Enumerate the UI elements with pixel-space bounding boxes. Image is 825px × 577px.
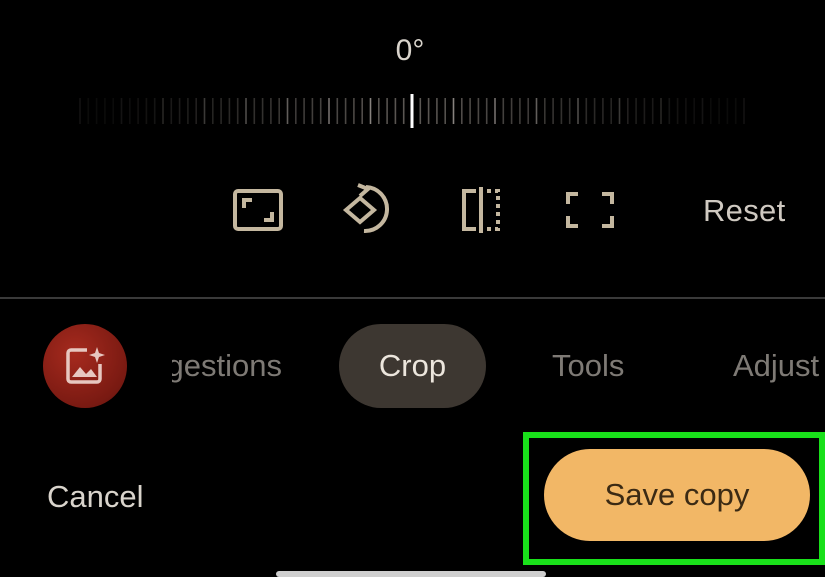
flip-icon — [462, 187, 500, 233]
save-copy-button[interactable]: Save copy — [544, 449, 810, 541]
rotate-icon — [342, 183, 389, 234]
ai-suggestions-button[interactable] — [43, 324, 127, 408]
cancel-button[interactable]: Cancel — [47, 479, 144, 515]
rotate-button[interactable] — [340, 182, 396, 238]
free-crop-icon — [566, 192, 614, 228]
tab-adjust[interactable]: Adjust — [733, 348, 819, 384]
free-crop-button[interactable] — [562, 182, 618, 238]
tab-tools[interactable]: Tools — [552, 348, 624, 384]
rotation-angle-label: 0° — [395, 34, 425, 67]
tab-suggestions[interactable]: Suggestions — [172, 348, 282, 384]
home-indicator — [276, 571, 546, 577]
divider — [0, 297, 825, 299]
aspect-ratio-button[interactable] — [230, 182, 286, 238]
reset-button[interactable]: Reset — [703, 193, 785, 229]
flip-button[interactable] — [453, 182, 509, 238]
tab-crop[interactable]: Crop — [339, 324, 486, 408]
ai-photo-icon — [66, 347, 105, 384]
aspect-ratio-icon — [233, 189, 283, 231]
rotation-dial[interactable] — [76, 94, 748, 128]
